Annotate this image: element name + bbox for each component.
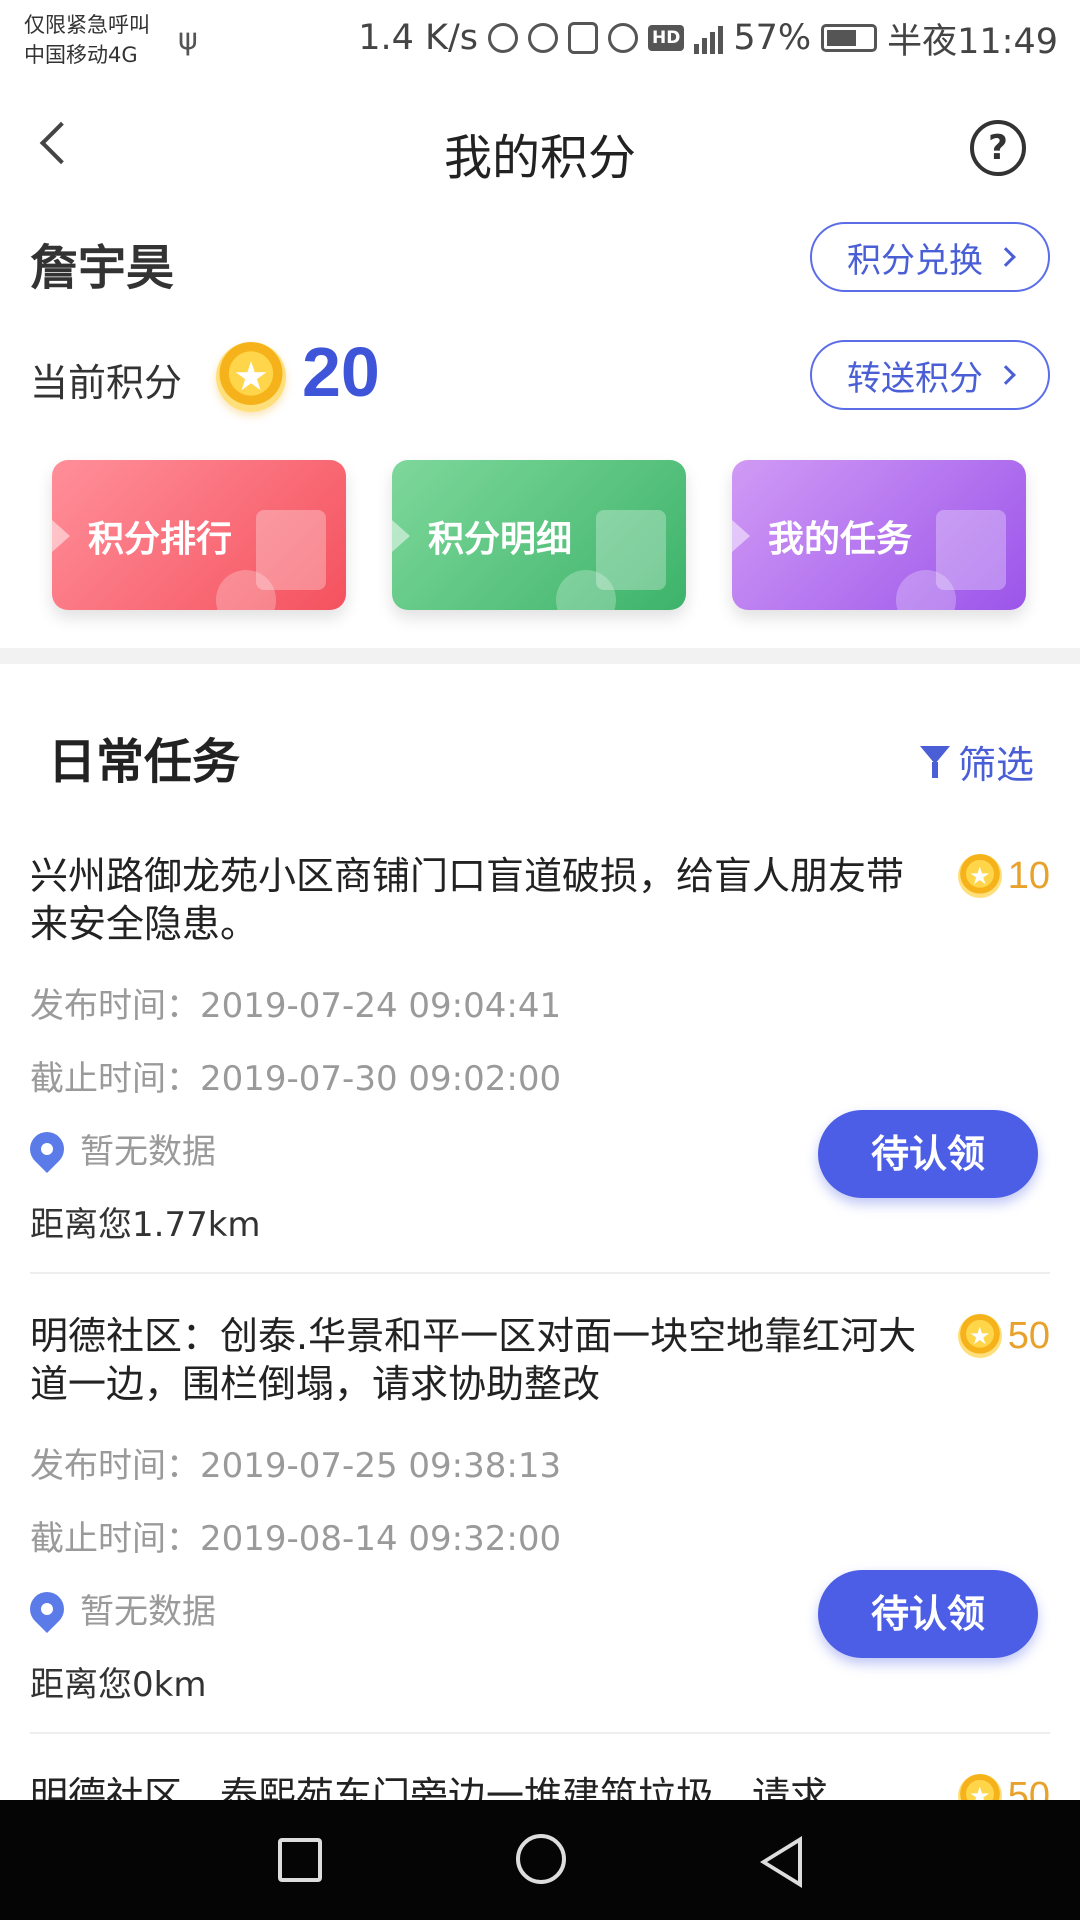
- task-reward: ★ 50: [957, 1314, 1050, 1358]
- transfer-points-label: 转送积分: [847, 358, 983, 399]
- vibrate-icon: [567, 22, 598, 54]
- arrow-decoration: [392, 520, 410, 552]
- clock: 半夜11:49: [887, 21, 1058, 62]
- reward-value: 10: [1007, 854, 1050, 897]
- star-coin-icon: ★: [957, 1314, 1002, 1358]
- network-speed: 1.4 K/s: [358, 18, 478, 58]
- battery-percent: 57%: [733, 18, 812, 58]
- task-divider: [30, 1732, 1050, 1734]
- task-title: 明德社区：创泰.华景和平一区对面一块空地靠红河大道一边，围栏倒塌，请求协助整改: [30, 1314, 917, 1406]
- points-ranking-label: 积分排行: [88, 519, 233, 560]
- claim-task-button[interactable]: 待认领: [818, 1110, 1038, 1198]
- nav-back-icon[interactable]: [760, 1836, 802, 1888]
- task-item[interactable]: 明德社区：创泰.华景和平一区对面一块空地靠红河大道一边，围栏倒塌，请求协助整改 …: [22, 1312, 1050, 1705]
- publish-time: 发布时间：2019-07-25 09:38:13: [30, 1446, 562, 1486]
- claim-task-button[interactable]: 待认领: [818, 1570, 1038, 1658]
- funnel-icon: [919, 744, 950, 780]
- points-detail-card[interactable]: 积分明细: [392, 460, 686, 610]
- task-reward: ★ 10: [957, 854, 1050, 898]
- star-coin-icon: ★: [957, 854, 1002, 898]
- exchange-points-label: 积分兑换: [847, 240, 983, 281]
- arrow-decoration: [52, 520, 70, 552]
- map-pin-icon: [22, 1124, 72, 1173]
- deadline-time: 截止时间：2019-07-30 09:02:00: [30, 1059, 562, 1099]
- star-coin-icon: ★: [957, 1774, 1002, 1800]
- location-status-icon: [527, 23, 558, 53]
- status-right: 1.4 K/s HD 57% 半夜11:49: [358, 14, 1058, 62]
- chevron-right-icon: [996, 365, 1016, 385]
- points-label: 当前积分: [30, 361, 183, 405]
- points-detail-label: 积分明细: [428, 519, 573, 560]
- exchange-points-button[interactable]: 积分兑换: [810, 222, 1050, 292]
- star-coin-icon: ★: [216, 342, 286, 412]
- reward-value: 50: [1007, 1314, 1050, 1357]
- alarm-icon: [607, 23, 638, 53]
- task-location: 暂无数据: [22, 1124, 216, 1173]
- hotspot-icon: [487, 23, 518, 53]
- section-divider: [0, 648, 1080, 664]
- arrow-decoration: [732, 520, 750, 552]
- help-icon[interactable]: ?: [970, 120, 1026, 176]
- task-location: 暂无数据: [22, 1584, 216, 1633]
- daily-tasks-title: 日常任务: [48, 734, 241, 790]
- deadline-time: 截止时间：2019-08-14 09:32:00: [30, 1519, 562, 1559]
- recent-apps-icon[interactable]: [278, 1838, 322, 1882]
- navigation-bar: [0, 1800, 1080, 1920]
- points-ranking-card[interactable]: 积分排行: [52, 460, 346, 610]
- signal-icon: [694, 22, 724, 54]
- publish-time: 发布时间：2019-07-24 09:04:41: [30, 986, 562, 1026]
- task-title: 兴州路御龙苑小区商铺门口盲道破损，给盲人朋友带来安全隐患。: [30, 854, 905, 946]
- task-title: 明德社区，泰熙苑东门旁边一堆建筑垃圾，请求: [30, 1774, 829, 1800]
- map-pin-icon: [22, 1584, 72, 1633]
- emergency-call-text: 仅限紧急呼叫: [24, 13, 150, 37]
- task-distance: 距离您1.77km: [30, 1205, 261, 1245]
- task-divider: [30, 1272, 1050, 1274]
- carrier-text: 中国移动4G: [24, 43, 138, 67]
- my-tasks-label: 我的任务: [768, 519, 913, 560]
- user-name: 詹宇昊: [30, 240, 175, 296]
- status-bar: 仅限紧急呼叫 中国移动4G ψ 1.4 K/s HD 57% 半夜11:49: [0, 0, 1080, 76]
- home-icon[interactable]: [516, 1834, 566, 1884]
- battery-icon: [821, 24, 878, 52]
- location-text: 暂无数据: [80, 1132, 216, 1172]
- points-value: 20: [302, 333, 380, 411]
- status-left: 仅限紧急呼叫 中国移动4G: [24, 10, 150, 70]
- filter-label: 筛选: [957, 743, 1034, 787]
- hd-icon: HD: [647, 25, 685, 51]
- location-text: 暂无数据: [80, 1592, 216, 1632]
- transfer-points-button[interactable]: 转送积分: [810, 340, 1050, 410]
- task-item[interactable]: 明德社区，泰熙苑东门旁边一堆建筑垃圾，请求 ★ 50: [30, 1772, 1050, 1800]
- reward-value: 50: [1007, 1774, 1050, 1801]
- task-reward: ★ 50: [957, 1774, 1050, 1801]
- filter-button[interactable]: 筛选: [919, 734, 1034, 789]
- chevron-right-icon: [996, 247, 1016, 267]
- app-header: 我的积分 ?: [0, 76, 1080, 216]
- page-title: 我的积分: [443, 130, 636, 186]
- my-tasks-card[interactable]: 我的任务: [732, 460, 1026, 610]
- task-item[interactable]: 兴州路御龙苑小区商铺门口盲道破损，给盲人朋友带来安全隐患。 ★ 10 发布时间：…: [22, 852, 1050, 1245]
- usb-icon: ψ: [178, 22, 198, 57]
- task-distance: 距离您0km: [30, 1665, 207, 1705]
